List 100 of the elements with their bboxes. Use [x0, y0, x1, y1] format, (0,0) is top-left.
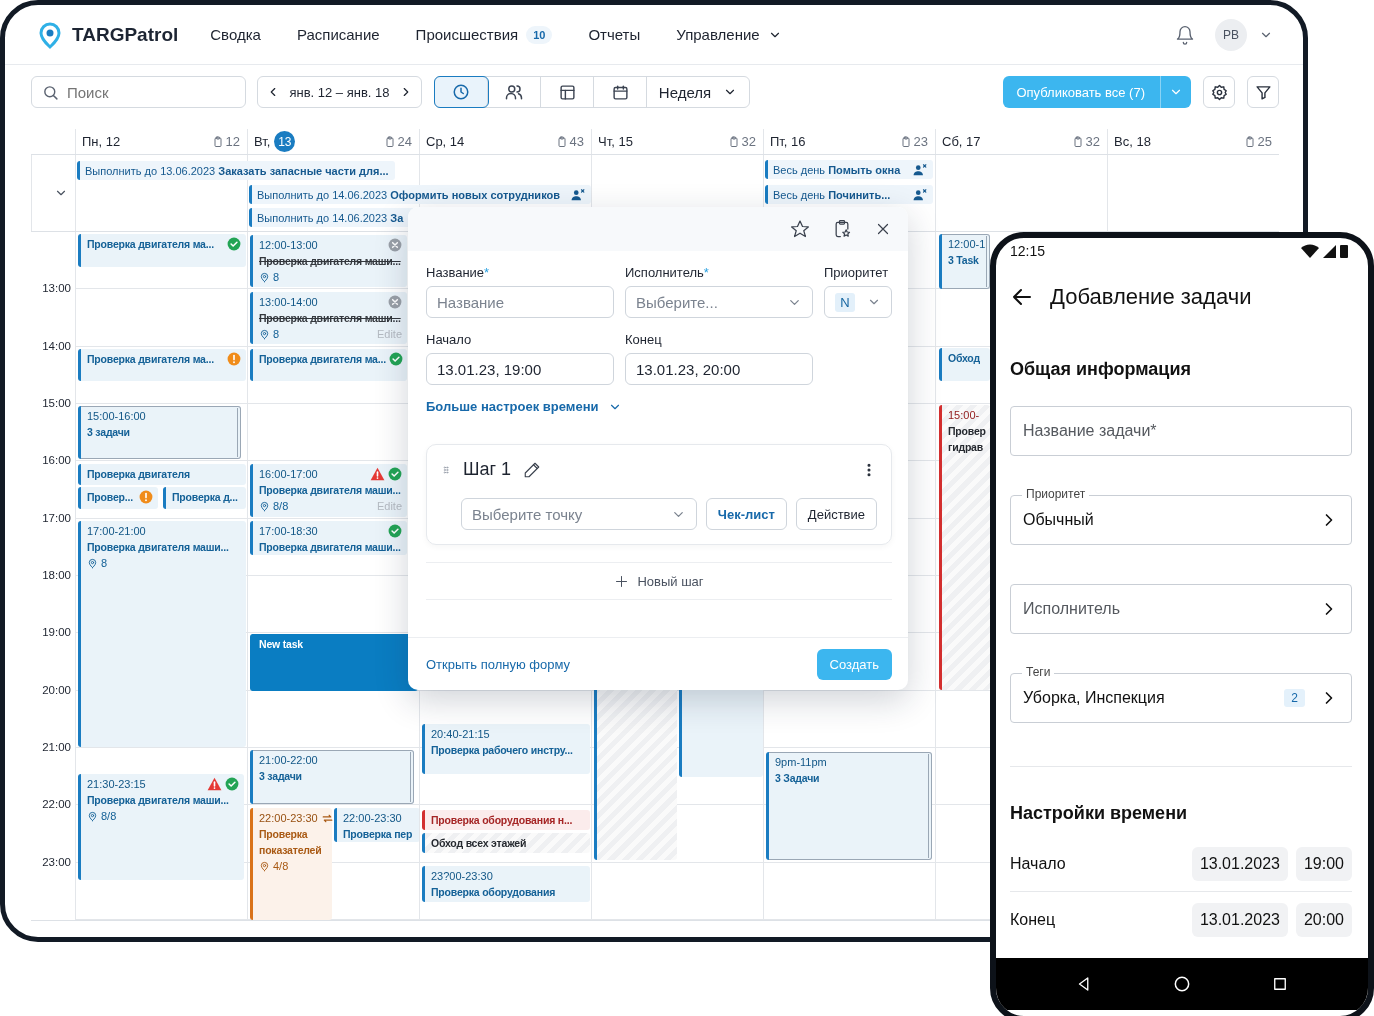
cancel-circle-icon: [388, 295, 402, 309]
event-title: Проверка пер: [343, 827, 413, 842]
datetime-field[interactable]: 13.01.23, 20:00: [625, 353, 813, 385]
more-time-settings-link[interactable]: Больше настроек времени: [426, 399, 623, 414]
event-title: Проверка двигателя ма...: [87, 352, 214, 367]
clipboard-icon: [1071, 135, 1084, 148]
nav-link[interactable]: Происшествия 10: [415, 25, 553, 44]
step-action-button[interactable]: Чек-лист: [705, 498, 787, 530]
check-circle-icon: [388, 467, 402, 481]
calendar-event[interactable]: 9pm-11pm 3 Задачи: [766, 752, 932, 860]
section-title: Общая информация: [1010, 359, 1192, 380]
task-count: 32: [1085, 134, 1100, 149]
plus-icon: [614, 573, 630, 589]
date-chip[interactable]: 13.01.2023: [1191, 902, 1288, 937]
person-remove-icon: [912, 187, 928, 202]
time-chip[interactable]: 19:00: [1295, 846, 1352, 881]
calendar-event[interactable]: Обход всех этажей: [422, 833, 590, 853]
point-count: 8/8: [273, 499, 289, 514]
filter-button[interactable]: [1247, 76, 1279, 108]
calendar-event[interactable]: 17:00-18:30 Проверка двигателя маши...: [250, 521, 407, 555]
assignee-select[interactable]: Выберите...: [625, 286, 813, 318]
calendar-event[interactable]: Проверка двигателя ма...: [78, 234, 246, 267]
cancel-circle-icon: [388, 238, 402, 252]
time-label: 14:00: [42, 339, 71, 352]
point-count: 4/8: [273, 859, 289, 874]
calendar-event[interactable]: 22:00-23:30 Проверка пер: [334, 808, 420, 842]
calendar-event[interactable]: 15:00-16:00 3 задачи: [78, 406, 241, 459]
nav-link[interactable]: Отчеты: [588, 26, 641, 43]
all-day-task[interactable]: Выполнить до 13.06.2023 Заказать запасные части для...: [77, 161, 395, 180]
event-title: New task: [259, 638, 303, 650]
point-select[interactable]: Выберите точку: [461, 498, 697, 530]
name-field[interactable]: Название: [426, 286, 614, 318]
calendar-event[interactable]: 20:40-21:15 Проверка рабочего инстру...: [422, 724, 590, 774]
wifi-icon: [1301, 244, 1319, 258]
calendar-event[interactable]: 12:00-13:00 Проверка двигателя маши... 8: [250, 235, 407, 287]
event-time: 15:00-: [948, 408, 980, 423]
calendar-event[interactable]: 22:00-23:30 Проверка показателей 4/8: [250, 808, 332, 920]
people-icon: [505, 83, 523, 101]
favorite-button[interactable]: [790, 219, 810, 239]
full-form-link[interactable]: Открыть полную форму: [426, 656, 570, 672]
count-badge: 2: [1284, 689, 1305, 707]
date-range-picker[interactable]: янв. 12 – янв. 18: [257, 76, 422, 108]
calendar-event[interactable]: 23?00-23:30 Проверка оборудования: [422, 866, 590, 902]
priority-select[interactable]: N: [824, 286, 892, 318]
clock-icon: [452, 83, 470, 101]
calendar-event[interactable]: 12:00-1 3 Task: [939, 234, 990, 289]
time-chip[interactable]: 20:00: [1295, 902, 1352, 937]
calendar-event[interactable]: New task: [250, 634, 418, 691]
check-circle-icon: [225, 777, 239, 791]
exclamation-circle-icon: [227, 352, 241, 366]
app-logo-text: TARGPatrol: [72, 23, 179, 46]
section-title: Настройки времени: [1010, 803, 1189, 824]
search-icon: [42, 84, 59, 101]
day-label: Пн, 12: [82, 134, 121, 149]
nav-link[interactable]: Сводка: [210, 26, 261, 43]
calendar-event[interactable]: Обход: [939, 348, 990, 381]
event-title: Проверка двигателя маши...: [87, 540, 229, 555]
calendar-event[interactable]: Проверка двигателя: [78, 464, 246, 485]
task-label: Выполнить до 14.06.2023 За: [257, 211, 404, 224]
task-name-field[interactable]: Название задачи*: [1010, 406, 1352, 456]
calendar-event[interactable]: Проверка д...: [163, 487, 246, 509]
clipboard-icon: [899, 135, 912, 148]
task-count: 12: [225, 134, 240, 149]
calendar-event[interactable]: 15:00- Провер гидрав: [939, 405, 990, 690]
user-avatar[interactable]: PB: [1215, 18, 1247, 51]
day-label: Сб, 17: [942, 134, 981, 149]
all-day-task[interactable]: Выполнить до 14.06.2023 Оформить новых сотрудников: [249, 185, 591, 204]
search-field[interactable]: Поиск: [31, 76, 246, 108]
all-day-task[interactable]: Весь день Починить...: [765, 185, 933, 204]
calendar-event[interactable]: 17:00-21:00 Проверка двигателя маши... 8: [78, 521, 246, 747]
warning-triangle-icon: [370, 467, 385, 481]
nav-link[interactable]: Расписание: [296, 26, 380, 43]
calendar-icon: [611, 83, 629, 101]
datetime-field[interactable]: 13.01.23, 19:00: [426, 353, 614, 385]
calendar-event[interactable]: 21:00-22:00 3 задачи: [250, 750, 414, 804]
date-chip[interactable]: 13.01.2023: [1191, 846, 1288, 881]
field-label: Начало: [426, 332, 473, 347]
calendar-event[interactable]: Проверка двигателя ма...: [250, 349, 407, 381]
calendar-event[interactable]: 16:00-17:00 Проверка двигателя маши... 8/8 Edite: [250, 464, 407, 517]
step-action-button[interactable]: Действие: [795, 498, 877, 530]
settings-button[interactable]: [1203, 76, 1235, 108]
task-count: 43: [569, 134, 584, 149]
calendar-event[interactable]: Проверка двигателя ма...: [78, 349, 246, 381]
logo-icon: [38, 20, 62, 49]
event-time: 17:00-18:30: [259, 524, 318, 539]
event-time: 12:00-13:00: [259, 238, 318, 253]
event-time: 12:00-1: [948, 237, 986, 252]
calendar-event[interactable]: 13:00-14:00 Проверка двигателя маши... 8 Edite: [250, 292, 407, 344]
event-time: 22:00-23:30: [343, 811, 402, 826]
clipboard-icon: [1243, 135, 1256, 148]
all-day-task[interactable]: Весь день Помыть окна: [765, 160, 933, 179]
calendar-event[interactable]: Провер...: [78, 487, 158, 509]
point-count: 8/8: [101, 809, 117, 824]
nav-link[interactable]: Управление: [676, 26, 782, 43]
event-title: Проверка двигателя: [87, 467, 190, 482]
calendar-event[interactable]: 21:30-23:15 Проверка двигателя маши... 8/8: [78, 774, 244, 880]
calendar-event[interactable]: Проверка оборудования н...: [422, 810, 590, 830]
point-count: 8: [273, 327, 280, 342]
new-step-button[interactable]: Новый шаг: [614, 573, 704, 589]
view-toggle[interactable]: [435, 77, 488, 107]
